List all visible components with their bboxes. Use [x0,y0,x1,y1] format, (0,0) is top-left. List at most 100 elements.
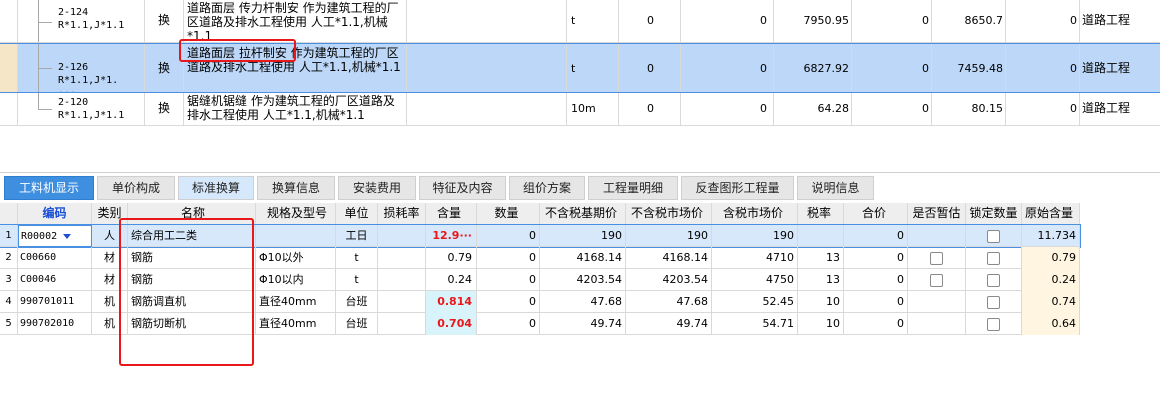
header-quantity[interactable]: 数量 [477,203,540,225]
lock-checkbox[interactable] [987,273,1000,287]
name-cell[interactable]: 综合用工二类 [128,225,256,247]
lock-checkbox[interactable] [987,229,1000,243]
provisional-checkbox[interactable] [930,273,943,287]
tax-incl-price-cell[interactable]: 4710 [712,247,798,269]
code-select[interactable]: R00002 [18,225,92,247]
category-cell: 材 [92,247,128,269]
quota-value: 0 [619,0,681,42]
quota-value: 0 [619,93,681,125]
tab-reverse-lookup[interactable]: 反查图形工程量 [681,176,794,200]
resource-row[interactable]: 2 C00660 材 钢筋 Φ10以外 t 0.79 0 4168.14 416… [0,247,1080,269]
header-unit[interactable]: 单位 [336,203,378,225]
tax-rate-cell[interactable]: 13 [798,247,844,269]
resource-header-row: 编码 类别 名称 规格及型号 单位 损耗率 含量 数量 不含税基期价 不含税市场… [0,203,1080,225]
tab-quantity-detail[interactable]: 工程量明细 [588,176,678,200]
spec-cell[interactable] [256,225,336,247]
header-base-price[interactable]: 不含税基期价 [540,203,626,225]
tab-unit-price[interactable]: 单价构成 [97,176,175,200]
lock-cell [966,269,1022,291]
tree-connector [38,93,39,109]
code-cell[interactable]: C00046 [18,269,92,291]
name-cell[interactable]: 钢筋调直机 [128,291,256,313]
resource-row[interactable]: 4 990701011 机 钢筋调直机 直径40mm 台班 0.814 0 47… [0,291,1080,313]
spec-cell[interactable]: 直径40mm [256,291,336,313]
tab-labor-material-machine[interactable]: 工料机显示 [4,176,94,200]
content-cell[interactable]: 0.79 [426,247,477,269]
resource-row[interactable]: 5 990702010 机 钢筋切断机 直径40mm 台班 0.704 0 49… [0,313,1080,335]
tab-description[interactable]: 说明信息 [797,176,874,200]
quota-row[interactable]: 2-124 R*1.1,J*1.1 换 道路面层 传力杆制安 作为建筑工程的厂区… [0,0,1160,43]
loss-cell[interactable] [378,247,426,269]
spec-cell[interactable]: 直径40mm [256,313,336,335]
total-cell: 0 [844,313,908,335]
quota-row-selected[interactable]: 2-126 R*1.1,J*1. ··· 1 换 道路面层 拉杆制安 作为建筑工… [0,43,1160,93]
lock-checkbox[interactable] [987,295,1000,309]
name-cell[interactable]: 钢筋切断机 [128,313,256,335]
chevron-down-icon[interactable] [63,233,72,239]
quota-value: 0 [619,44,681,92]
tab-standard-conversion[interactable]: 标准换算 [178,176,254,200]
base-price-cell: 49.74 [540,313,626,335]
header-loss-rate[interactable]: 损耗率 [378,203,426,225]
lock-checkbox[interactable] [987,317,1000,331]
code-cell[interactable]: C00660 [18,247,92,269]
quota-name: 道路面层 传力杆制安 作为建筑工程的厂区道路及排水工程使用 人工*1.1,机械*… [184,0,407,42]
code-cell[interactable]: 990702010 [18,313,92,335]
provisional-cell [908,225,966,247]
provisional-checkbox[interactable] [930,251,943,265]
loss-cell[interactable] [378,291,426,313]
header-provisional[interactable]: 是否暂估 [908,203,966,225]
market-price-cell[interactable]: 4168.14 [626,247,712,269]
market-price-cell[interactable]: 190 [626,225,712,247]
tab-pricing-scheme[interactable]: 组价方案 [509,176,585,200]
quantity-cell: 0 [477,313,540,335]
resource-row[interactable]: 3 C00046 材 钢筋 Φ10以内 t 0.24 0 4203.54 420… [0,269,1080,291]
tax-rate-cell[interactable]: 10 [798,291,844,313]
tax-incl-price-cell[interactable]: 190 [712,225,798,247]
header-market-price[interactable]: 不含税市场价 [626,203,712,225]
header-original-content[interactable]: 原始含量 [1022,203,1080,225]
tab-conversion-info[interactable]: 换算信息 [257,176,335,200]
tab-install-fee[interactable]: 安装费用 [338,176,416,200]
loss-cell[interactable] [378,225,426,247]
name-cell[interactable]: 钢筋 [128,247,256,269]
loss-cell[interactable] [378,313,426,335]
market-price-cell[interactable]: 47.68 [626,291,712,313]
header-lock-qty[interactable]: 锁定数量 [966,203,1022,225]
code-cell[interactable]: 990701011 [18,291,92,313]
content-cell[interactable]: 0.24 [426,269,477,291]
quota-row[interactable]: 2-120 R*1.1,J*1.1 换 锯缝机锯缝 作为建筑工程的厂区道路及排水… [0,93,1160,126]
tax-rate-cell[interactable]: 10 [798,313,844,335]
header-category[interactable]: 类别 [92,203,128,225]
quota-value: 0 [852,44,932,92]
content-cell[interactable]: 0.704 [426,313,477,335]
empty-cell [407,93,567,125]
content-cell[interactable]: 0.814 [426,291,477,313]
tax-rate-cell[interactable] [798,225,844,247]
header-code[interactable]: 编码 [18,203,92,225]
tax-incl-price-cell[interactable]: 4750 [712,269,798,291]
tax-incl-price-cell[interactable]: 52.45 [712,291,798,313]
loss-cell[interactable] [378,269,426,291]
spec-cell[interactable]: Φ10以外 [256,247,336,269]
market-price-cell[interactable]: 49.74 [626,313,712,335]
resource-row-selected[interactable]: 1 R00002 人 综合用工二类 工日 12.9··· 0 190 190 1… [0,224,1081,248]
header-tax-rate[interactable]: 税率 [798,203,844,225]
header-spec[interactable]: 规格及型号 [256,203,336,225]
lock-cell [966,247,1022,269]
market-price-cell[interactable]: 4203.54 [626,269,712,291]
spec-cell[interactable]: Φ10以内 [256,269,336,291]
header-tax-incl-price[interactable]: 含税市场价 [712,203,798,225]
tax-rate-cell[interactable]: 13 [798,269,844,291]
more-icon[interactable]: ··· [58,88,76,92]
total-cell: 0 [844,291,908,313]
lock-checkbox[interactable] [987,251,1000,265]
tab-features[interactable]: 特征及内容 [419,176,506,200]
tax-incl-price-cell[interactable]: 54.71 [712,313,798,335]
header-total[interactable]: 合价 [844,203,908,225]
original-content-cell: 11.734 [1022,225,1080,247]
header-content[interactable]: 含量 [426,203,477,225]
content-cell[interactable]: 12.9··· [426,225,477,247]
name-cell[interactable]: 钢筋 [128,269,256,291]
header-name[interactable]: 名称 [128,203,256,225]
